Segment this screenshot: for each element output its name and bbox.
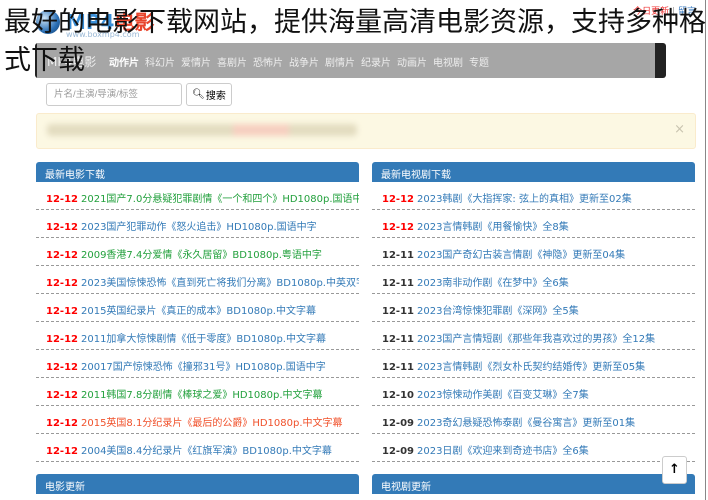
panel-title: 最新电影下载 (36, 162, 359, 182)
search-button[interactable]: 🔍︎ 搜索 (186, 83, 232, 106)
list-item: 12-12 2009香港7.4分爱情《永久居留》BD1080p.粤语中字 (36, 238, 359, 266)
item-date: 12-12 (46, 334, 78, 345)
close-icon[interactable]: × (674, 122, 685, 137)
item-link[interactable]: 2023国产言情短剧《那些年我喜欢过的男孩》全12集 (417, 334, 655, 345)
item-link[interactable]: 2011加拿大惊悚剧情《低于零度》BD1080p.中文字幕 (81, 334, 326, 345)
item-link[interactable]: 2015英国纪录片《真正的成本》BD1080p.中文字幕 (81, 306, 316, 317)
item-date: 12-12 (46, 306, 78, 317)
item-link[interactable]: 2023言情韩剧《烈女朴氏契约结婚传》更新至05集 (417, 362, 645, 373)
item-link[interactable]: 2023日剧《欢迎来到奇迹书店》全6集 (417, 446, 589, 457)
list-item: 12-11 2023国产言情短剧《那些年我喜欢过的男孩》全12集 (372, 322, 695, 350)
item-link[interactable]: 2023南非动作剧《在梦中》全6集 (417, 278, 569, 289)
item-link[interactable]: 2021国产7.0分悬疑犯罪剧情《一个和四个》HD1080p.国语中字 (81, 194, 359, 205)
list-item: 12-12 2023国产犯罪动作《怒火追击》HD1080p.国语中字 (36, 210, 359, 238)
item-date: 12-12 (46, 446, 78, 457)
item-link[interactable]: 2023国产犯罪动作《怒火追击》HD1080p.国语中字 (81, 222, 317, 233)
list-item: 12-12 2015英国纪录片《真正的成本》BD1080p.中文字幕 (36, 294, 359, 322)
item-date: 12-12 (46, 250, 78, 261)
back-to-top-button[interactable]: ↑ (662, 456, 687, 484)
item-link[interactable]: 2023韩剧《大指挥家: 弦上的真相》更新至02集 (417, 194, 632, 205)
item-date: 12-12 (46, 194, 78, 205)
item-link[interactable]: 2023美国惊悚恐怖《直到死亡将我们分离》BD1080p.中英双字 (81, 278, 359, 289)
item-link[interactable]: 2023国产奇幻古装言情剧《神隐》更新至04集 (417, 250, 625, 261)
item-date: 12-12 (382, 222, 414, 233)
list-item: 12-12 2023韩剧《大指挥家: 弦上的真相》更新至02集 (372, 182, 695, 210)
list-item: 12-12 2021国产7.0分悬疑犯罪剧情《一个和四个》HD1080p.国语中字 (36, 182, 359, 210)
item-link[interactable]: 2023台湾惊悚犯罪剧《深网》全5集 (417, 306, 579, 317)
item-link[interactable]: 2023奇幻悬疑恐怖泰剧《曼谷寓言》更新至01集 (417, 418, 635, 429)
latest-movies-panel: 最新电影下载 12-12 2021国产7.0分悬疑犯罪剧情《一个和四个》HD108… (36, 162, 359, 462)
item-link[interactable]: 2004美国8.4分纪录片《红旗军演》BD1080p.中文字幕 (81, 446, 332, 457)
blurred-notice-text (47, 124, 357, 136)
list-item: 12-11 2023国产奇幻古装言情剧《神隐》更新至04集 (372, 238, 695, 266)
item-date: 12-11 (382, 334, 414, 345)
item-date: 12-09 (382, 418, 414, 429)
list-item: 12-12 2015英国8.1分纪录片《最后的公爵》HD1080p.中文字幕 (36, 406, 359, 434)
overlay-caption: 最好的电影下载网站，提供海量高清电影资源，支持多种格式下载 (4, 7, 706, 76)
list-item: 12-10 2023惊悚动作美剧《百变艾琳》全7集 (372, 378, 695, 406)
item-date: 12-11 (382, 278, 414, 289)
notice-alert: × (36, 113, 696, 149)
item-link[interactable]: 2023言情韩剧《用餐愉快》全8集 (417, 222, 569, 233)
item-date: 12-12 (46, 362, 78, 373)
latest-tv-panel: 最新电视剧下载 12-12 2023韩剧《大指挥家: 弦上的真相》更新至02集 12… (372, 162, 695, 462)
list-item: 12-09 2023奇幻悬疑恐怖泰剧《曼谷寓言》更新至01集 (372, 406, 695, 434)
item-link[interactable]: 2009香港7.4分爱情《永久居留》BD1080p.粤语中字 (81, 250, 322, 261)
item-date: 12-11 (382, 250, 414, 261)
item-date: 12-09 (382, 446, 414, 457)
list-item: 12-12 2004美国8.4分纪录片《红旗军演》BD1080p.中文字幕 (36, 434, 359, 462)
search-icon: 🔍︎ (192, 89, 205, 100)
list-item: 12-11 2023言情韩剧《烈女朴氏契约结婚传》更新至05集 (372, 350, 695, 378)
list-item: 12-12 2011韩国7.8分剧情《棒球之爱》HD1080p.中文字幕 (36, 378, 359, 406)
item-link[interactable]: 2011韩国7.8分剧情《棒球之爱》HD1080p.中文字幕 (81, 390, 323, 401)
list-item: 12-12 20017国产惊悚恐怖《撞邪31号》HD1080p.国语中字 (36, 350, 359, 378)
list-item: 12-11 2023南非动作剧《在梦中》全6集 (372, 266, 695, 294)
item-date: 12-12 (46, 278, 78, 289)
list-item: 12-12 2011加拿大惊悚剧情《低于零度》BD1080p.中文字幕 (36, 322, 359, 350)
item-date: 12-12 (46, 222, 78, 233)
item-date: 12-12 (382, 194, 414, 205)
item-date: 12-12 (46, 390, 78, 401)
list-item: 12-09 2023日剧《欢迎来到奇迹书店》全6集 (372, 434, 695, 462)
item-link[interactable]: 2015英国8.1分纪录片《最后的公爵》HD1080p.中文字幕 (81, 418, 343, 429)
item-date: 12-10 (382, 390, 414, 401)
list-item: 12-12 2023美国惊悚恐怖《直到死亡将我们分离》BD1080p.中英双字 (36, 266, 359, 294)
item-link[interactable]: 20017国产惊悚恐怖《撞邪31号》HD1080p.国语中字 (81, 362, 326, 373)
list-item: 12-12 2023言情韩剧《用餐愉快》全8集 (372, 210, 695, 238)
tv-updates-header: 电视剧更新 (372, 474, 695, 494)
item-date: 12-11 (382, 362, 414, 373)
movie-updates-header: 电影更新 (36, 474, 359, 494)
search-input[interactable] (46, 83, 182, 106)
item-date: 12-11 (382, 306, 414, 317)
item-link[interactable]: 2023惊悚动作美剧《百变艾琳》全7集 (417, 390, 589, 401)
list-item: 12-11 2023台湾惊悚犯罪剧《深网》全5集 (372, 294, 695, 322)
panel-title: 最新电视剧下载 (372, 162, 695, 182)
item-date: 12-12 (46, 418, 78, 429)
